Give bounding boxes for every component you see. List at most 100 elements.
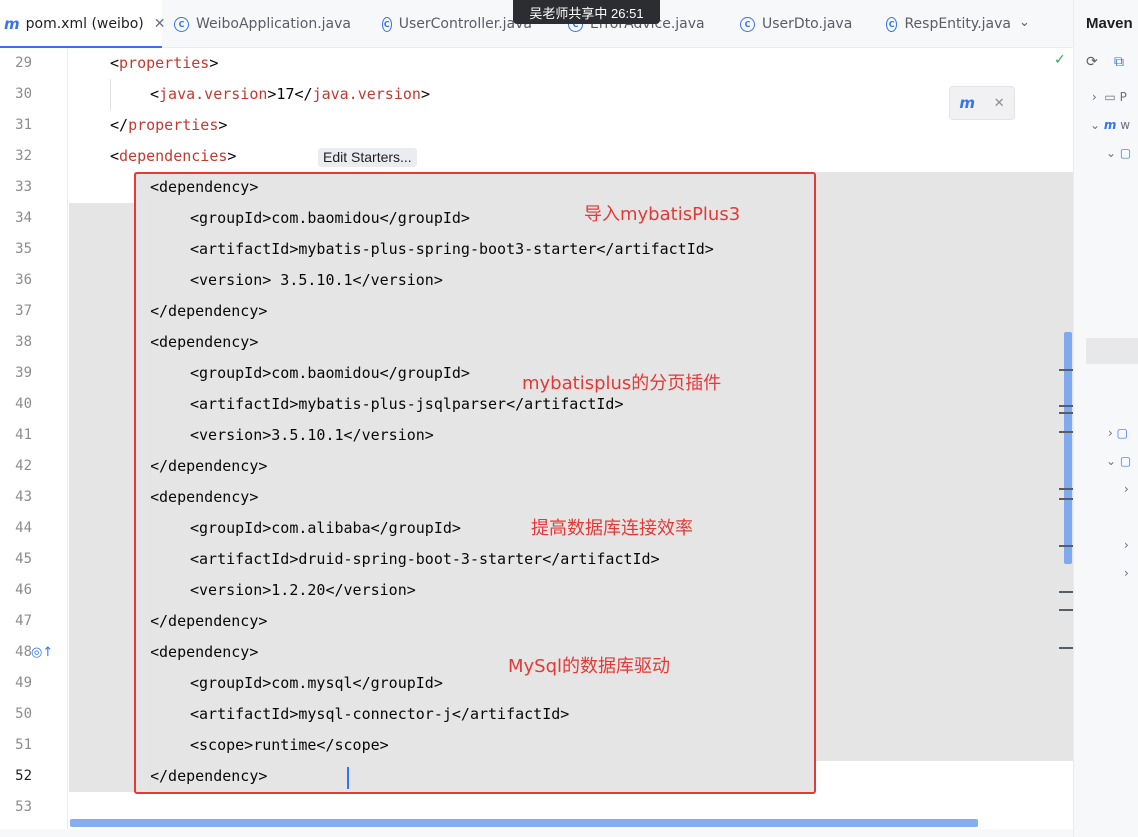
line-number: 41 [15, 427, 32, 443]
code-line[interactable]: <dependencies> [110, 141, 236, 172]
scroll-marker [1059, 405, 1073, 407]
annotation-box [134, 172, 816, 794]
tab-user-dto[interactable]: C UserDto.java [740, 0, 870, 48]
scroll-marker [1059, 545, 1073, 547]
scroll-marker [1059, 591, 1073, 593]
line-number: 29 [15, 55, 32, 71]
line-number: 34 [15, 210, 32, 226]
add-project-icon[interactable]: ⧉ [1114, 54, 1124, 70]
horizontal-scrollbar[interactable] [70, 819, 978, 827]
tab-label: WeiboApplication.java [196, 16, 351, 32]
edit-starters-button[interactable]: Edit Starters... [318, 148, 417, 167]
line-number: 30 [15, 86, 32, 102]
maven-tree-item[interactable]: › [1124, 566, 1129, 580]
tree-item-label: w [1120, 118, 1131, 132]
maven-icon: m [4, 15, 20, 33]
maven-reload-icon[interactable]: m [959, 94, 975, 112]
annotation-mysql: MySql的数据库驱动 [508, 656, 671, 677]
line-number: 49 [15, 675, 32, 691]
class-icon: C [382, 16, 392, 32]
screen-share-badge: 吴老师共享中 26:51 [513, 0, 660, 24]
xml-tag-name: dependencies [119, 147, 228, 165]
maven-tree-item[interactable]: ⌄ ▢ [1106, 454, 1131, 468]
maven-tree-item[interactable]: ⌄ m w [1090, 118, 1130, 132]
tree-item-label: P [1119, 90, 1127, 104]
tab-weibo-application[interactable]: C WeiboApplication.java [174, 0, 374, 48]
scroll-marker [1059, 369, 1073, 371]
implemented-icon[interactable]: ◎↑ [31, 645, 53, 661]
status-strip [0, 829, 1073, 837]
line-number-gutter: 29 30 31 32 33 34 35 36 37 38 39 40 41 42 43 44 45 46 47 48… [0, 48, 68, 837]
maven-tree-item[interactable]: › ▢ [1108, 426, 1128, 440]
code-token: < [110, 147, 120, 165]
xml-tag-name: properties [119, 54, 210, 72]
line-number: 51 [15, 737, 32, 753]
maven-tree-selection [1086, 338, 1138, 364]
code-token: > [420, 85, 430, 103]
close-icon[interactable]: ✕ [994, 96, 1005, 111]
line-number: 45 [15, 551, 32, 567]
maven-tool-window: Maven ⟳ ⧉ › ▭ P ⌄ m w ⌄ ▢ › ▢ ⌄ ▢ › › › [1073, 0, 1138, 837]
line-number: 35 [15, 241, 32, 257]
tab-label: UserDto.java [762, 16, 853, 32]
maven-tree-item[interactable]: › [1124, 538, 1129, 552]
vertical-scrollbar[interactable] [1064, 332, 1072, 564]
line-number: 44 [15, 520, 32, 536]
maven-panel-title: Maven [1086, 15, 1133, 32]
xml-tag-name: java.version [159, 85, 268, 103]
refresh-icon[interactable]: ⟳ [1086, 54, 1098, 70]
class-icon: C [174, 16, 189, 32]
tab-user-controller[interactable]: C UserController.java [382, 0, 532, 48]
scroll-marker [1059, 609, 1073, 611]
line-number: 38 [15, 334, 32, 350]
scroll-marker [1059, 647, 1073, 649]
maven-tree-item[interactable]: › [1124, 482, 1129, 496]
line-number: 43 [15, 489, 32, 505]
tab-label: RespEntity.java [904, 16, 1011, 32]
tab-pom-xml[interactable]: m pom.xml (weibo) ✕ [0, 0, 166, 49]
annotation-mybatisplus: 导入mybatisPlus3 [584, 204, 741, 225]
line-number: 53 [15, 799, 32, 815]
maven-icon: m [1103, 118, 1117, 132]
code-line[interactable]: <properties> [110, 48, 218, 79]
code-token: > [218, 116, 228, 134]
chevron-down-icon[interactable]: ⌄ [1019, 15, 1030, 30]
line-number: 31 [15, 117, 32, 133]
line-number: 36 [15, 272, 32, 288]
code-line[interactable]: <java.version>17</java.version> [150, 79, 430, 110]
line-number: 52 [15, 768, 32, 784]
scroll-marker [1059, 412, 1073, 414]
code-token: < [110, 54, 120, 72]
tab-label: UserController.java [398, 16, 532, 32]
line-number: 40 [15, 396, 32, 412]
indent-guide [110, 79, 111, 110]
class-icon: C [740, 16, 755, 32]
line-number: 50 [15, 706, 32, 722]
line-number: 33 [15, 179, 32, 195]
tab-resp-entity[interactable]: C RespEntity.java [886, 0, 1011, 48]
xml-tag-name: properties [128, 116, 219, 134]
annotation-pagination: mybatisplus的分页插件 [522, 373, 722, 394]
inspection-ok-icon[interactable]: ✓ [1054, 52, 1066, 68]
class-icon: C [886, 16, 898, 32]
line-number: 32 [15, 148, 32, 164]
code-token: > [209, 54, 219, 72]
line-number: 39 [15, 365, 32, 381]
scroll-marker [1059, 488, 1073, 490]
line-number: 42 [15, 458, 32, 474]
code-editor[interactable]: 29 30 31 32 33 34 35 36 37 38 39 40 41 42 43 44 45 46 47 48… [0, 48, 1073, 837]
line-number: 46 [15, 582, 32, 598]
scroll-marker [1059, 431, 1073, 433]
xml-tag-name: java.version [312, 85, 421, 103]
code-token: > [227, 147, 237, 165]
maven-tree-item[interactable]: ⌄ ▢ [1106, 146, 1131, 160]
code-token: >17</ [267, 85, 313, 103]
code-token: </ [110, 116, 129, 134]
maven-reload-popup[interactable]: m ✕ [949, 86, 1015, 120]
tab-label: pom.xml (weibo) [25, 16, 144, 32]
maven-tree-item[interactable]: › ▭ P [1092, 90, 1127, 104]
line-number: 47 [15, 613, 32, 629]
close-icon[interactable]: ✕ [154, 16, 166, 32]
code-token: < [150, 85, 160, 103]
code-line[interactable]: </properties> [110, 110, 227, 141]
